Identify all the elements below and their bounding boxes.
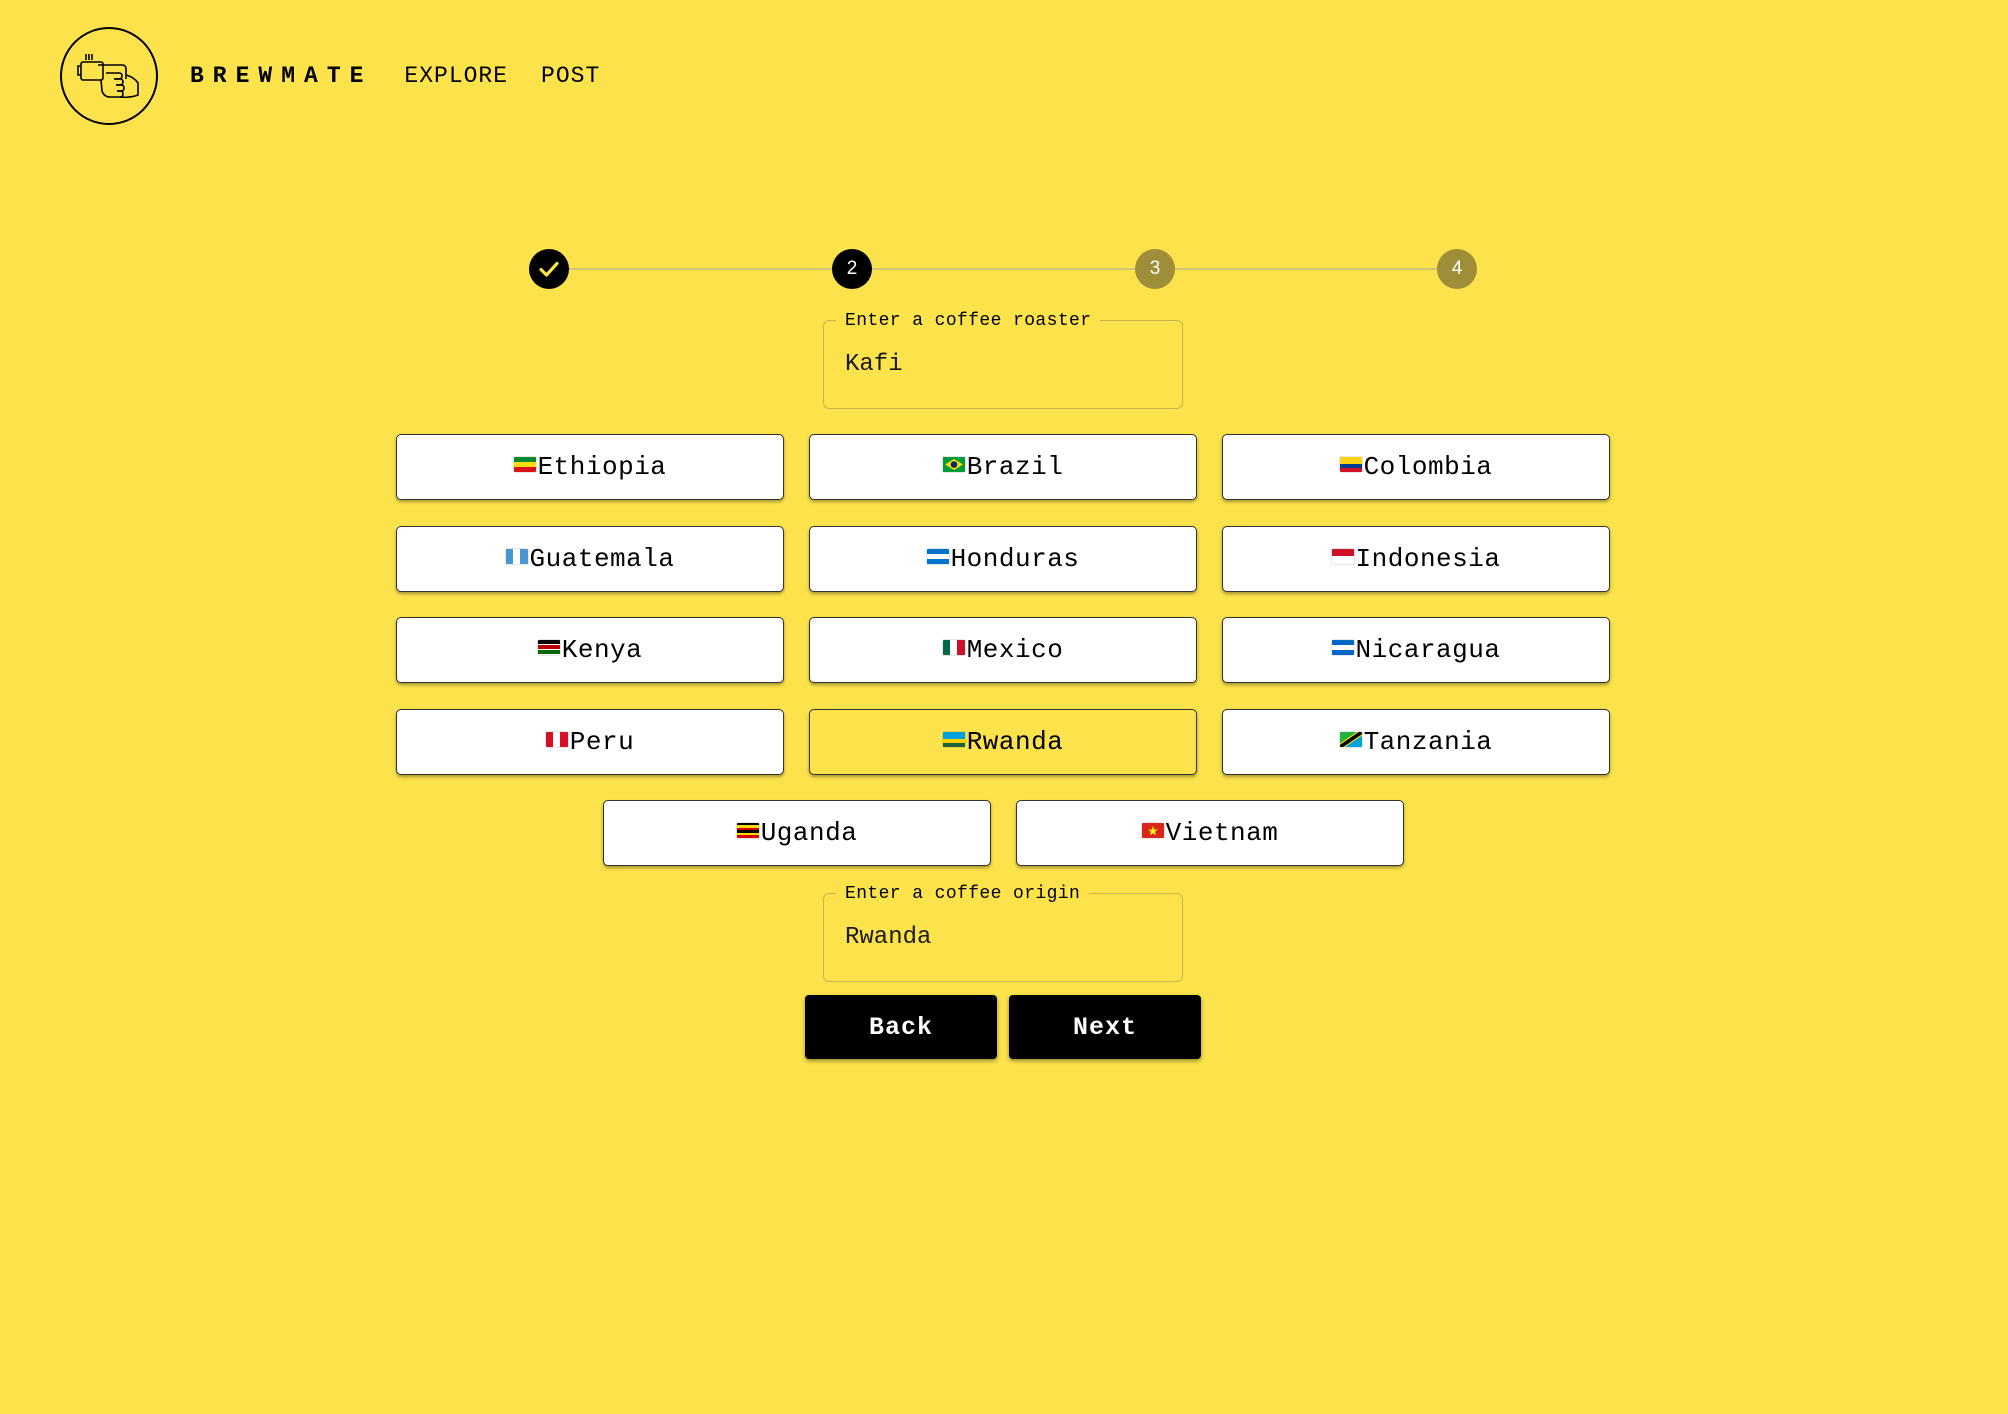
step-connector — [569, 268, 832, 270]
origin-field-label: Enter a coffee origin — [836, 883, 1090, 905]
origin-option-tanzania[interactable]: Tanzania — [1222, 709, 1610, 775]
origin-option-vietnam[interactable]: Vietnam — [1016, 800, 1404, 866]
origin-option-label: Mexico — [966, 635, 1064, 665]
app-header: BREWMATE EXPLORE POST — [60, 26, 600, 126]
brazil-flag-icon — [942, 456, 965, 472]
origin-option-peru[interactable]: Peru — [396, 709, 784, 775]
origin-option-label: Rwanda — [966, 727, 1064, 757]
origin-option-label: Kenya — [561, 635, 643, 665]
kenya-flag-icon — [537, 639, 560, 655]
rwanda-flag-icon — [942, 731, 965, 747]
coffee-cup-hand-icon — [77, 54, 139, 99]
guatemala-flag-icon — [505, 548, 528, 564]
nicaragua-flag-icon — [1331, 639, 1354, 655]
origin-option-indonesia[interactable]: Indonesia — [1222, 526, 1610, 592]
next-button[interactable]: Next — [1009, 995, 1201, 1059]
indonesia-flag-icon — [1331, 548, 1354, 564]
step-3-pending: 3 — [1135, 249, 1175, 289]
origin-option-label: Indonesia — [1355, 544, 1501, 574]
nav-explore[interactable]: EXPLORE — [404, 63, 508, 89]
progress-stepper: 2 3 4 — [529, 249, 1477, 289]
step-connector — [1175, 268, 1437, 270]
origin-option-label: Brazil — [966, 452, 1064, 482]
peru-flag-icon — [545, 731, 568, 747]
origin-option-brazil[interactable]: Brazil — [809, 434, 1197, 500]
roaster-field: Enter a coffee roaster — [823, 310, 1183, 409]
origin-option-label: Uganda — [760, 818, 858, 848]
colombia-flag-icon — [1339, 456, 1362, 472]
step-2-active: 2 — [832, 249, 872, 289]
origin-option-label: Nicaragua — [1355, 635, 1501, 665]
logo[interactable] — [60, 27, 158, 125]
origin-option-nicaragua[interactable]: Nicaragua — [1222, 617, 1610, 683]
step-4-pending: 4 — [1437, 249, 1477, 289]
vietnam-flag-icon — [1141, 822, 1164, 838]
origin-option-label: Colombia — [1363, 452, 1493, 482]
step-1-completed — [529, 249, 569, 289]
uganda-flag-icon — [736, 822, 759, 838]
origin-option-guatemala[interactable]: Guatemala — [396, 526, 784, 592]
step-connector — [872, 268, 1135, 270]
origin-option-label: Ethiopia — [537, 452, 667, 482]
origin-option-honduras[interactable]: Honduras — [809, 526, 1197, 592]
nav-post[interactable]: POST — [541, 63, 600, 89]
origin-field: Enter a coffee origin — [823, 883, 1183, 982]
back-button[interactable]: Back — [805, 995, 997, 1059]
origin-option-label: Honduras — [950, 544, 1080, 574]
origin-option-uganda[interactable]: Uganda — [603, 800, 991, 866]
ethiopia-flag-icon — [513, 456, 536, 472]
origin-option-rwanda[interactable]: Rwanda — [809, 709, 1197, 775]
origin-option-mexico[interactable]: Mexico — [809, 617, 1197, 683]
origin-option-label: Tanzania — [1363, 727, 1493, 757]
origin-option-label: Peru — [569, 727, 635, 757]
roaster-field-label: Enter a coffee roaster — [836, 310, 1101, 332]
origin-option-colombia[interactable]: Colombia — [1222, 434, 1610, 500]
origin-option-label: Vietnam — [1165, 818, 1279, 848]
check-icon — [539, 261, 559, 277]
honduras-flag-icon — [926, 548, 949, 564]
origin-input[interactable] — [845, 924, 1155, 951]
origin-option-kenya[interactable]: Kenya — [396, 617, 784, 683]
origin-option-label: Guatemala — [529, 544, 675, 574]
origin-option-ethiopia[interactable]: Ethiopia — [396, 434, 784, 500]
tanzania-flag-icon — [1339, 731, 1362, 747]
roaster-input[interactable] — [845, 351, 1155, 378]
brand-name[interactable]: BREWMATE — [190, 63, 372, 89]
mexico-flag-icon — [942, 639, 965, 655]
